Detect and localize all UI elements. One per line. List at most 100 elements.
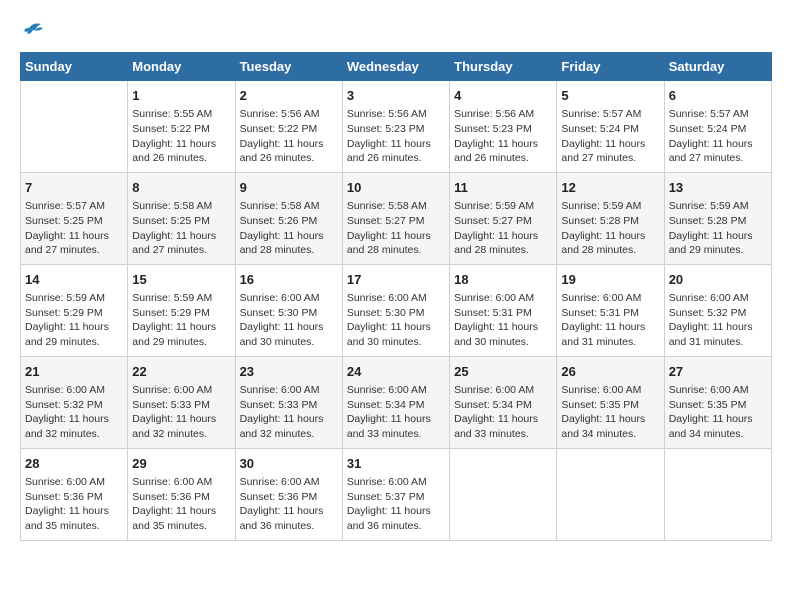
calendar-cell: 18 Sunrise: 6:00 AM Sunset: 5:31 PM Dayli… (450, 264, 557, 356)
day-info: Sunrise: 5:58 AM Sunset: 5:25 PM Dayligh… (132, 199, 230, 258)
calendar-cell: 20 Sunrise: 6:00 AM Sunset: 5:32 PM Dayli… (664, 264, 771, 356)
day-number: 5 (561, 87, 659, 105)
day-number: 10 (347, 179, 445, 197)
calendar-cell: 1 Sunrise: 5:55 AM Sunset: 5:22 PM Daylig… (128, 81, 235, 173)
calendar-cell: 30 Sunrise: 6:00 AM Sunset: 5:36 PM Dayli… (235, 448, 342, 540)
day-info: Sunrise: 5:59 AM Sunset: 5:27 PM Dayligh… (454, 199, 552, 258)
weekday-header-sunday: Sunday (21, 53, 128, 81)
calendar-cell: 27 Sunrise: 6:00 AM Sunset: 5:35 PM Dayli… (664, 356, 771, 448)
calendar-week-4: 21 Sunrise: 6:00 AM Sunset: 5:32 PM Dayli… (21, 356, 772, 448)
day-number: 28 (25, 455, 123, 473)
day-number: 13 (669, 179, 767, 197)
weekday-header-monday: Monday (128, 53, 235, 81)
calendar-cell: 14Sunrise: 5:59 AM Sunset: 5:29 PM Dayli… (21, 264, 128, 356)
day-number: 20 (669, 271, 767, 289)
logo-bird-icon (21, 20, 43, 36)
calendar-cell: 12 Sunrise: 5:59 AM Sunset: 5:28 PM Dayli… (557, 172, 664, 264)
day-number: 24 (347, 363, 445, 381)
day-info: Sunrise: 6:00 AM Sunset: 5:31 PM Dayligh… (454, 291, 552, 350)
calendar-cell: 6 Sunrise: 5:57 AM Sunset: 5:24 PM Daylig… (664, 81, 771, 173)
day-number: 27 (669, 363, 767, 381)
weekday-header-wednesday: Wednesday (342, 53, 449, 81)
day-number: 6 (669, 87, 767, 105)
calendar-cell: 26 Sunrise: 6:00 AM Sunset: 5:35 PM Dayli… (557, 356, 664, 448)
day-number: 3 (347, 87, 445, 105)
day-number: 25 (454, 363, 552, 381)
day-info: Sunrise: 6:00 AM Sunset: 5:30 PM Dayligh… (240, 291, 338, 350)
day-number: 16 (240, 271, 338, 289)
calendar-cell: 13 Sunrise: 5:59 AM Sunset: 5:28 PM Dayli… (664, 172, 771, 264)
day-info: Sunrise: 5:57 AM Sunset: 5:25 PM Dayligh… (25, 199, 123, 258)
day-number: 14 (25, 271, 123, 289)
calendar-cell: 23 Sunrise: 6:00 AM Sunset: 5:33 PM Dayli… (235, 356, 342, 448)
day-number: 4 (454, 87, 552, 105)
day-info: Sunrise: 5:59 AM Sunset: 5:29 PM Dayligh… (132, 291, 230, 350)
calendar-cell: 28 Sunrise: 6:00 AM Sunset: 5:36 PM Dayli… (21, 448, 128, 540)
day-info: Sunrise: 5:56 AM Sunset: 5:22 PM Dayligh… (240, 107, 338, 166)
day-info: Sunrise: 6:00 AM Sunset: 5:36 PM Dayligh… (25, 475, 123, 534)
calendar-cell (450, 448, 557, 540)
calendar-cell: 16 Sunrise: 6:00 AM Sunset: 5:30 PM Dayli… (235, 264, 342, 356)
day-info: Sunrise: 6:00 AM Sunset: 5:35 PM Dayligh… (561, 383, 659, 442)
day-info: Sunrise: 6:00 AM Sunset: 5:33 PM Dayligh… (132, 383, 230, 442)
day-number: 31 (347, 455, 445, 473)
day-info: Sunrise: 5:59 AM Sunset: 5:28 PM Dayligh… (561, 199, 659, 258)
calendar-cell: 7 Sunrise: 5:57 AM Sunset: 5:25 PM Daylig… (21, 172, 128, 264)
weekday-header-saturday: Saturday (664, 53, 771, 81)
day-number: 7 (25, 179, 123, 197)
day-number: 26 (561, 363, 659, 381)
day-number: 1 (132, 87, 230, 105)
day-number: 11 (454, 179, 552, 197)
day-number: 21 (25, 363, 123, 381)
day-number: 15 (132, 271, 230, 289)
calendar-cell: 29Sunrise: 6:00 AM Sunset: 5:36 PM Dayli… (128, 448, 235, 540)
weekday-header-thursday: Thursday (450, 53, 557, 81)
day-number: 19 (561, 271, 659, 289)
day-number: 23 (240, 363, 338, 381)
page-header (20, 20, 772, 36)
day-info: Sunrise: 6:00 AM Sunset: 5:32 PM Dayligh… (669, 291, 767, 350)
day-info: Sunrise: 6:00 AM Sunset: 5:36 PM Dayligh… (240, 475, 338, 534)
day-info: Sunrise: 6:00 AM Sunset: 5:32 PM Dayligh… (25, 383, 123, 442)
calendar-week-2: 7 Sunrise: 5:57 AM Sunset: 5:25 PM Daylig… (21, 172, 772, 264)
calendar-week-5: 28 Sunrise: 6:00 AM Sunset: 5:36 PM Dayli… (21, 448, 772, 540)
day-info: Sunrise: 6:00 AM Sunset: 5:30 PM Dayligh… (347, 291, 445, 350)
calendar-table: SundayMondayTuesdayWednesdayThursdayFrid… (20, 52, 772, 541)
day-info: Sunrise: 5:58 AM Sunset: 5:27 PM Dayligh… (347, 199, 445, 258)
day-info: Sunrise: 6:00 AM Sunset: 5:35 PM Dayligh… (669, 383, 767, 442)
day-number: 17 (347, 271, 445, 289)
calendar-cell: 11 Sunrise: 5:59 AM Sunset: 5:27 PM Dayli… (450, 172, 557, 264)
day-info: Sunrise: 5:59 AM Sunset: 5:28 PM Dayligh… (669, 199, 767, 258)
day-info: Sunrise: 6:00 AM Sunset: 5:36 PM Dayligh… (132, 475, 230, 534)
weekday-header-row: SundayMondayTuesdayWednesdayThursdayFrid… (21, 53, 772, 81)
day-number: 18 (454, 271, 552, 289)
calendar-cell: 21 Sunrise: 6:00 AM Sunset: 5:32 PM Dayli… (21, 356, 128, 448)
calendar-cell: 10 Sunrise: 5:58 AM Sunset: 5:27 PM Dayli… (342, 172, 449, 264)
day-info: Sunrise: 5:56 AM Sunset: 5:23 PM Dayligh… (454, 107, 552, 166)
day-number: 12 (561, 179, 659, 197)
calendar-cell: 15 Sunrise: 5:59 AM Sunset: 5:29 PM Dayli… (128, 264, 235, 356)
day-number: 30 (240, 455, 338, 473)
calendar-cell: 24 Sunrise: 6:00 AM Sunset: 5:34 PM Dayli… (342, 356, 449, 448)
logo (20, 20, 44, 36)
day-info: Sunrise: 6:00 AM Sunset: 5:33 PM Dayligh… (240, 383, 338, 442)
calendar-cell: 9Sunrise: 5:58 AM Sunset: 5:26 PM Daylig… (235, 172, 342, 264)
calendar-cell: 19 Sunrise: 6:00 AM Sunset: 5:31 PM Dayli… (557, 264, 664, 356)
day-info: Sunrise: 6:00 AM Sunset: 5:34 PM Dayligh… (347, 383, 445, 442)
calendar-cell (557, 448, 664, 540)
day-info: Sunrise: 6:00 AM Sunset: 5:31 PM Dayligh… (561, 291, 659, 350)
calendar-cell: 3Sunrise: 5:56 AM Sunset: 5:23 PM Daylig… (342, 81, 449, 173)
calendar-cell: 25Sunrise: 6:00 AM Sunset: 5:34 PM Dayli… (450, 356, 557, 448)
calendar-cell: 8 Sunrise: 5:58 AM Sunset: 5:25 PM Daylig… (128, 172, 235, 264)
day-number: 8 (132, 179, 230, 197)
calendar-cell: 22 Sunrise: 6:00 AM Sunset: 5:33 PM Dayli… (128, 356, 235, 448)
weekday-header-friday: Friday (557, 53, 664, 81)
calendar-cell: 4 Sunrise: 5:56 AM Sunset: 5:23 PM Daylig… (450, 81, 557, 173)
calendar-week-3: 14 Sunrise: 5:59 AM Sunset: 5:29 PM Dayli… (21, 264, 772, 356)
day-info: Sunrise: 6:00 AM Sunset: 5:37 PM Dayligh… (347, 475, 445, 534)
day-number: 22 (132, 363, 230, 381)
calendar-cell: 2Sunrise: 5:56 AM Sunset: 5:22 PM Daylig… (235, 81, 342, 173)
day-info: Sunrise: 5:55 AM Sunset: 5:22 PM Dayligh… (132, 107, 230, 166)
day-info: Sunrise: 5:57 AM Sunset: 5:24 PM Dayligh… (669, 107, 767, 166)
calendar-cell (664, 448, 771, 540)
